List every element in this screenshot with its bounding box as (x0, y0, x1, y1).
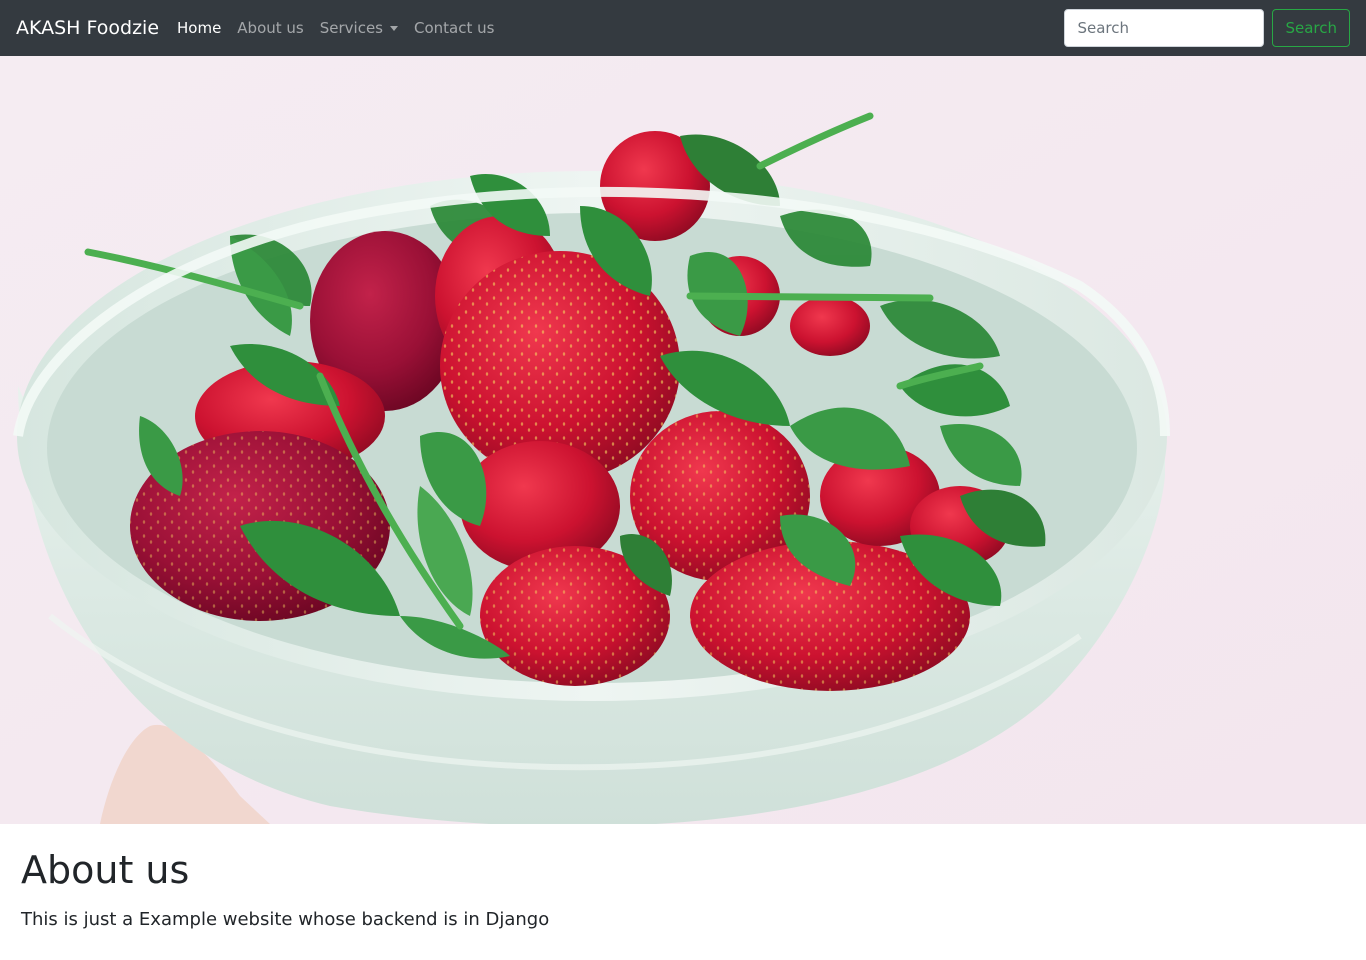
nav-link-home-label: Home (177, 19, 222, 37)
search-button[interactable]: Search (1272, 9, 1350, 47)
hero-image (0, 56, 1366, 824)
nav-link-contact-label: Contact us (414, 19, 495, 37)
nav-link-about-label: About us (237, 19, 304, 37)
about-title: About us (21, 848, 190, 892)
nav-link-home[interactable]: Home (169, 16, 229, 40)
caret-down-icon (390, 26, 399, 31)
nav-link-services-label: Services (319, 19, 384, 37)
top-navbar: AKASH Foodzie Home About us Services Con… (0, 0, 1366, 56)
about-description: This is just a Example website whose bac… (21, 909, 550, 930)
brand-logo-link[interactable]: AKASH Foodzie (16, 14, 159, 42)
search-form: Search (1064, 9, 1350, 47)
about-section: About us This is just a Example website … (0, 824, 1366, 960)
nav-link-contact[interactable]: Contact us (406, 16, 502, 40)
strawberry-bowl-illustration (0, 56, 1366, 824)
nav-link-services-dropdown[interactable]: Services (312, 16, 406, 40)
nav-links: Home About us Services Contact us (169, 16, 502, 40)
nav-link-about[interactable]: About us (229, 16, 311, 40)
search-input[interactable] (1064, 9, 1265, 47)
